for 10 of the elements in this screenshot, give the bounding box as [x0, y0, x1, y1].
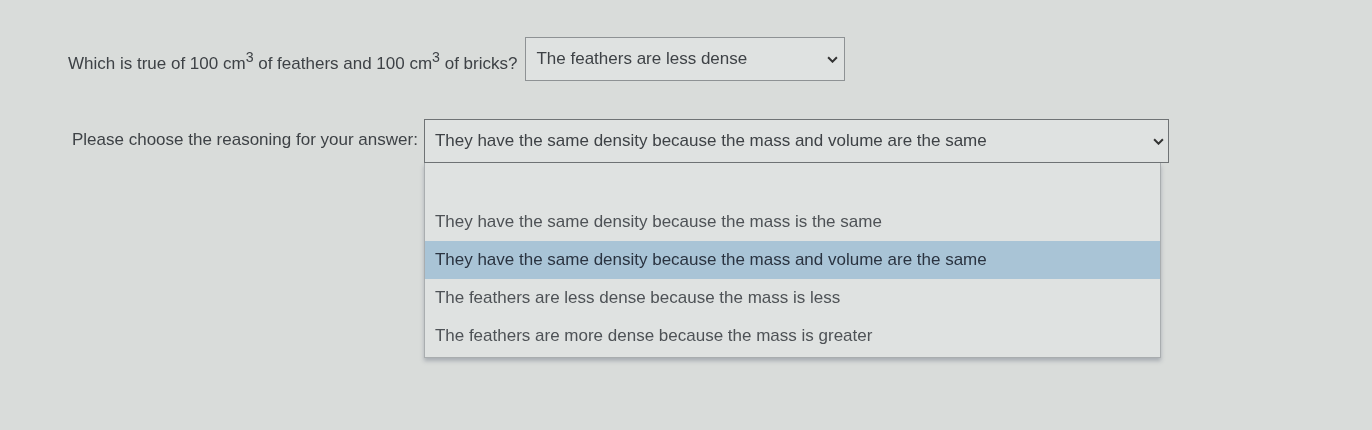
reasoning-dropdown[interactable]: They have the same density because the mass and volume are the same: [423, 119, 1169, 163]
chevron-down-icon: [827, 55, 839, 63]
question-text: Which is true of 100 cm$^{3}$ of feathers and 100 cm$^{3}$ of bricks?: [68, 48, 518, 74]
dropdown-option[interactable]: They have the same density because the mass and volume are the same: [424, 241, 1160, 279]
reasoning-label: Please choose the reasoning for your answer:: [72, 129, 418, 150]
dropdown-option[interactable]: The feathers are less dense because the mass is less: [424, 279, 1160, 317]
dropdown-option[interactable]: They have the same density because the mass is the same: [424, 203, 1160, 241]
answer-dropdown[interactable]: The feathers are less dense: [525, 37, 846, 81]
dropdown-option[interactable]: The feathers are more dense because the mass is greater: [424, 317, 1160, 355]
chevron-down-icon: [1152, 137, 1164, 145]
